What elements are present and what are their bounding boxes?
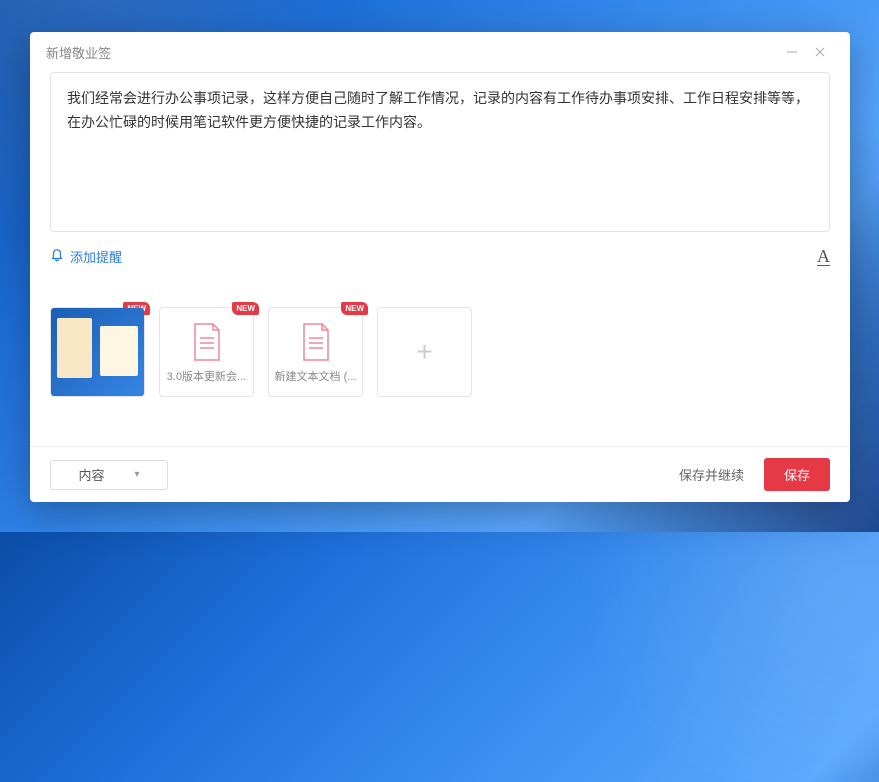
category-select[interactable]: 内容 ▾	[50, 460, 168, 490]
font-format-button[interactable]: A	[817, 246, 830, 267]
save-button[interactable]: 保存	[764, 458, 830, 491]
document-icon	[191, 322, 223, 362]
add-attachment-button[interactable]: +	[377, 307, 472, 397]
titlebar: 新增敬业签	[30, 32, 850, 72]
close-button[interactable]	[806, 38, 834, 66]
attachments-row: NEW NEW 3.0版本更新会... NEW 新建文本文档 (... +	[50, 307, 830, 397]
add-reminder-label: 添加提醒	[70, 247, 122, 266]
new-badge: NEW	[232, 302, 259, 315]
minimize-button[interactable]	[778, 38, 806, 66]
attachment-card[interactable]: NEW 新建文本文档 (...	[268, 307, 363, 397]
save-continue-button[interactable]: 保存并继续	[671, 459, 752, 490]
attachment-card[interactable]: NEW 3.0版本更新会...	[159, 307, 254, 397]
note-textarea[interactable]	[50, 72, 830, 232]
dialog-footer: 内容 ▾ 保存并继续 保存	[30, 446, 850, 502]
add-reminder-button[interactable]: 添加提醒	[50, 247, 122, 266]
new-badge: NEW	[341, 302, 368, 315]
attachment-card[interactable]: NEW	[50, 307, 145, 397]
attachment-caption: 3.0版本更新会...	[160, 368, 253, 390]
chevron-down-icon: ▾	[134, 469, 139, 480]
document-icon	[300, 322, 332, 362]
attachment-thumbnail	[51, 308, 144, 396]
plus-icon: +	[416, 336, 432, 368]
select-value: 内容	[78, 465, 104, 484]
attachment-caption: 新建文本文档 (...	[269, 368, 362, 390]
new-note-dialog: 新增敬业签 添加提醒 A NEW NEW	[30, 32, 850, 502]
bell-icon	[50, 248, 64, 265]
dialog-title: 新增敬业签	[46, 43, 111, 62]
